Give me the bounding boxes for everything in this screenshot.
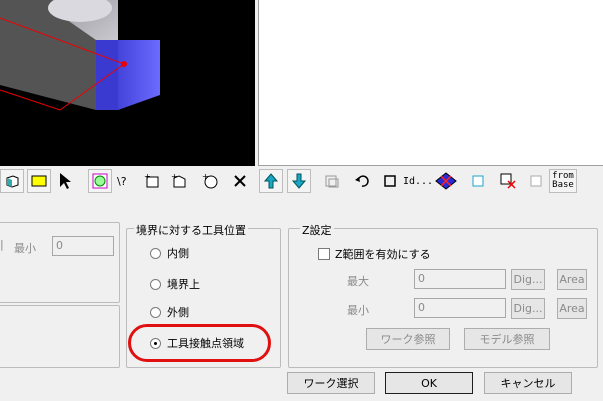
toolbar: \? + + + Id... from Base bbox=[0, 166, 603, 196]
z-enable-checkbox[interactable]: Z範囲を有効にする bbox=[318, 246, 431, 262]
checkbox-box[interactable] bbox=[318, 248, 330, 260]
add-rectangle-icon[interactable]: + bbox=[140, 169, 164, 193]
diamond-cross-icon[interactable] bbox=[434, 169, 458, 193]
circle-select-icon[interactable] bbox=[88, 169, 112, 193]
work-reference-button[interactable]: ワーク参照 bbox=[366, 328, 450, 350]
radio-indicator[interactable] bbox=[150, 278, 161, 290]
z-max-label: 最大 bbox=[347, 275, 369, 288]
svg-text:+: + bbox=[171, 172, 178, 181]
left-min-field[interactable]: 0 bbox=[52, 236, 114, 256]
radio-on-boundary[interactable]: 境界上 bbox=[150, 276, 200, 292]
left-min-label: 最小 bbox=[14, 242, 36, 255]
preview-pane bbox=[258, 0, 603, 166]
work-select-button[interactable]: ワーク選択 bbox=[287, 372, 375, 394]
copy-icon[interactable] bbox=[320, 169, 344, 193]
svg-text:+: + bbox=[202, 172, 209, 181]
z-max-field[interactable]: 0 bbox=[414, 269, 506, 289]
radio-outside[interactable]: 外側 bbox=[150, 304, 189, 320]
z-group-title: Z設定 bbox=[300, 222, 334, 238]
z-min-field[interactable]: 0 bbox=[414, 298, 506, 318]
disabled-square-icon[interactable] bbox=[524, 169, 548, 193]
ok-button[interactable]: OK bbox=[385, 372, 473, 394]
add-circle-icon[interactable]: + bbox=[198, 169, 222, 193]
radio-indicator[interactable] bbox=[150, 306, 161, 318]
cancel-button[interactable]: キャンセル bbox=[484, 372, 572, 394]
z-min-label: 最小 bbox=[347, 304, 369, 317]
from-base-button[interactable]: from Base bbox=[549, 169, 577, 193]
left-panel-top bbox=[0, 222, 120, 303]
z-min-area-button[interactable]: Area bbox=[557, 298, 587, 319]
rectangle-select-icon[interactable] bbox=[27, 169, 51, 193]
z-max-area-button[interactable]: Area bbox=[557, 269, 587, 290]
cube-icon[interactable] bbox=[0, 169, 24, 193]
id-button[interactable]: Id... bbox=[403, 169, 433, 193]
radio-on-boundary-label: 境界上 bbox=[167, 278, 200, 291]
undo-icon[interactable] bbox=[350, 169, 374, 193]
arrow-up-icon[interactable] bbox=[259, 169, 283, 193]
add-polygon-icon[interactable]: + bbox=[167, 169, 191, 193]
query-pointer-icon[interactable]: \? bbox=[113, 169, 137, 193]
svg-text:\?: \? bbox=[117, 175, 127, 188]
z-min-dig-button[interactable]: Dig... bbox=[511, 298, 545, 319]
z-enable-label: Z範囲を有効にする bbox=[335, 248, 431, 261]
remove-square-icon[interactable] bbox=[496, 169, 520, 193]
radio-inside[interactable]: 内側 bbox=[150, 245, 189, 261]
small-square-icon[interactable] bbox=[466, 169, 490, 193]
radio-inside-label: 内側 bbox=[167, 247, 189, 260]
z-max-dig-button[interactable]: Dig... bbox=[511, 269, 545, 290]
pointer-icon[interactable] bbox=[53, 169, 77, 193]
radio-indicator[interactable] bbox=[150, 247, 161, 259]
highlight-annotation bbox=[128, 324, 271, 362]
3d-viewport[interactable] bbox=[0, 0, 255, 166]
delete-icon[interactable] bbox=[228, 169, 252, 193]
left-panel-bottom bbox=[0, 305, 120, 368]
left-min-marker: | bbox=[0, 238, 4, 251]
square-icon[interactable] bbox=[378, 169, 402, 193]
arrow-down-icon[interactable] bbox=[287, 169, 311, 193]
svg-text:+: + bbox=[144, 172, 151, 181]
boundary-group-title: 境界に対する工具位置 bbox=[134, 222, 248, 238]
radio-outside-label: 外側 bbox=[167, 306, 189, 319]
model-reference-button[interactable]: モデル参照 bbox=[464, 328, 550, 350]
